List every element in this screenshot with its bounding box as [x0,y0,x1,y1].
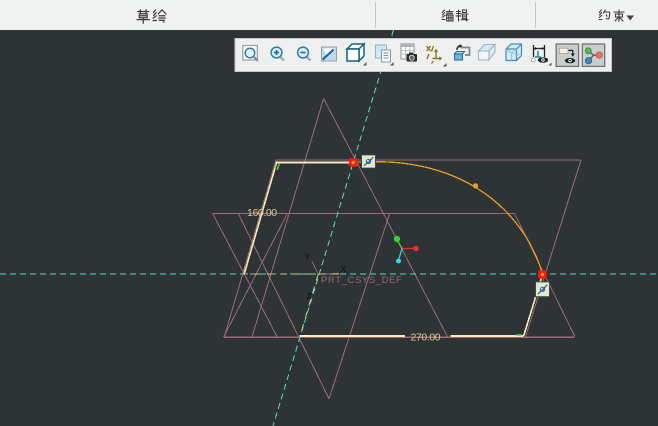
svg-text:160.00: 160.00 [247,207,277,219]
svg-text:Y: Y [305,252,311,262]
svg-text:Z: Z [307,291,312,301]
svg-text:X: X [341,264,347,274]
svg-text:PRT_CSYS_DEF: PRT_CSYS_DEF [321,275,402,286]
svg-text:270.00: 270.00 [411,331,441,343]
